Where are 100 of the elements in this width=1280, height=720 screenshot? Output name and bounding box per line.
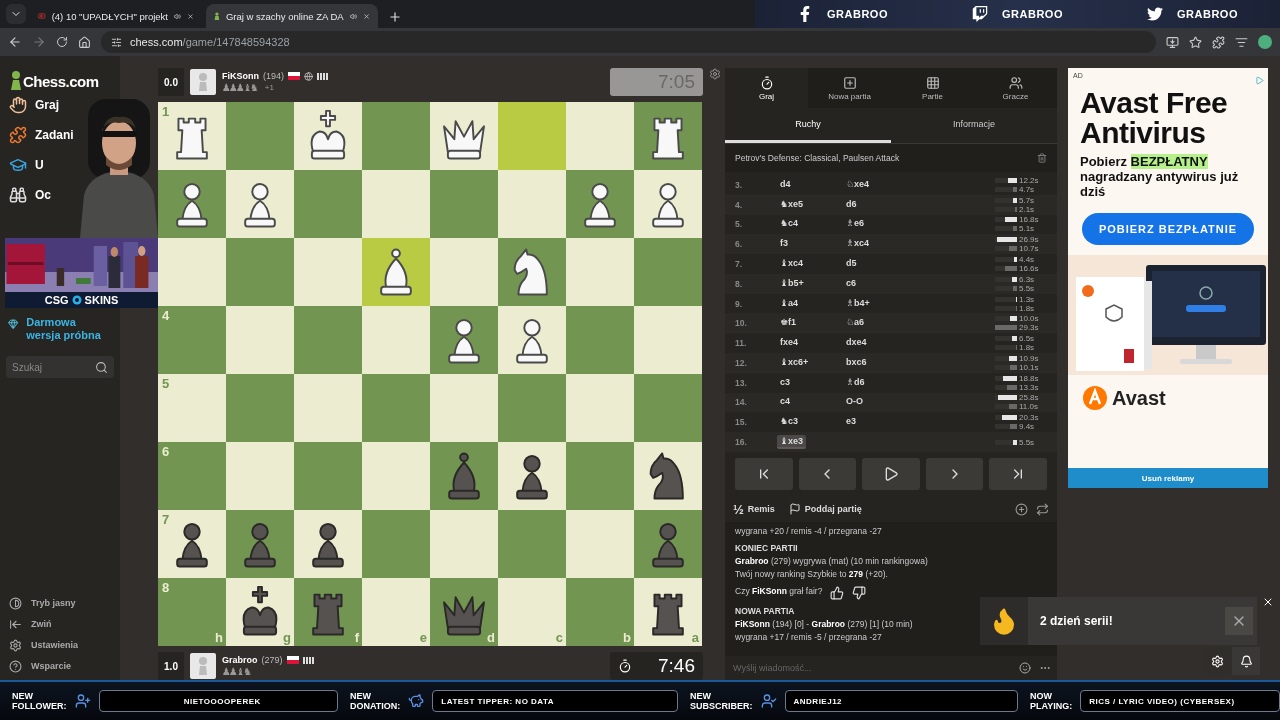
nav-item[interactable]: Zadani [0,120,74,150]
move[interactable]: fxe4 [777,336,801,351]
move[interactable]: ♞c3 [777,415,802,430]
back-icon[interactable] [8,35,22,49]
notifications-button[interactable] [1232,647,1260,675]
move[interactable]: ♝xe3 [777,435,807,450]
brand-name: Avast [1112,386,1166,410]
move[interactable]: ♚f1 [777,316,800,331]
move[interactable]: ♗d6 [843,375,868,390]
player-name[interactable]: Grabroo [222,655,258,665]
move[interactable]: O-O [843,395,866,410]
browser-tab[interactable]: (4) 10 "UPADŁYCH" projekt [30,4,202,28]
thumbs-down-icon[interactable] [852,586,867,600]
forward-icon[interactable] [32,35,46,49]
move-time: 1.3s [1019,294,1035,304]
thumbs-up-icon[interactable] [830,586,845,600]
player-name[interactable]: FiKSonn [222,71,259,81]
close-button[interactable] [1262,596,1274,608]
move[interactable]: d5 [843,257,860,271]
move[interactable]: c4 [777,395,793,410]
move-number: 8. [735,278,744,289]
logo-text[interactable]: Chess.com [23,73,99,90]
home-icon[interactable] [78,35,91,49]
nav-item[interactable]: U [0,150,44,180]
extensions-icon[interactable] [1212,35,1225,49]
draw-button[interactable]: ½ Remis [733,501,775,517]
chat-message: Czy FiKSonn grał fair? [735,586,823,597]
user-plus-icon [74,693,91,709]
flag-icon [286,656,299,664]
add-icon[interactable] [1015,502,1028,516]
social-handle: GRABROO [827,8,888,20]
move[interactable]: ♝b5+ [777,276,807,291]
move[interactable]: ♝xc6+ [777,355,812,370]
move[interactable]: ♞c4 [777,217,802,232]
trial-link[interactable]: Darmowa wersja próbna [8,316,108,342]
material-advantage: +1 [264,83,274,92]
reload-icon[interactable] [56,36,68,48]
bookmark-icon[interactable] [1189,35,1202,49]
move[interactable]: d4 [777,177,794,192]
move[interactable]: ♝a4 [777,296,802,311]
profile-avatar[interactable] [1258,35,1272,49]
move[interactable]: e3 [843,415,859,430]
piggy-bank-icon [408,693,425,709]
download-button[interactable]: POBIERZ BEZPŁATNIE [1082,213,1254,245]
move[interactable]: ♗xc4 [843,237,873,252]
pawn-logo-icon [10,70,22,90]
trash-icon[interactable] [1037,153,1047,163]
move[interactable]: bxc6 [843,355,870,370]
sidebar-footer-item[interactable]: Zwiń [0,616,120,632]
new-tab-button[interactable] [388,10,402,24]
flip-icon[interactable] [1036,502,1049,516]
remove-ads-link[interactable]: Usuń reklamy [1068,468,1268,488]
move[interactable]: ♘xe4 [843,177,873,192]
move-time: 16.6s [1019,264,1039,273]
move-number: 12. [735,357,748,368]
address-field[interactable]: chess.com/game/147848594328 [101,31,1156,53]
move[interactable]: ♘a6 [843,316,868,331]
browser-tab[interactable]: Graj w szachy online ZA DA [206,4,378,28]
chat-input[interactable]: Wyślij wiadomość... [731,662,1011,674]
nav-item[interactable]: Graj [0,90,59,120]
move-number: 7. [735,259,744,269]
tab-list-button[interactable] [6,4,26,24]
site-settings-icon [111,36,122,48]
media-icon[interactable] [1235,35,1248,49]
captured-pieces: ♟♟♟♝♞ [222,82,257,93]
move-time: 10.7s [1019,244,1039,254]
resign-button[interactable]: Poddaj partię [788,503,862,515]
move[interactable]: ♞xe5 [777,197,807,212]
close-icon [1262,596,1274,608]
puzzle-icon [9,126,27,144]
chat-message: FiKSonn (194) [0] - Grabroo (279) [1] (10 min) [735,619,913,630]
play-button[interactable] [862,458,920,490]
move-time: 9.4s [1019,422,1035,432]
move[interactable]: ♗b4+ [843,296,873,311]
install-icon[interactable] [1166,35,1179,49]
move-number: 10. [735,318,748,329]
move-time: 4.7s [1019,184,1035,194]
sidebar-footer-item[interactable]: Ustawienia [0,637,120,653]
plus-icon [388,10,402,24]
search-field[interactable]: Szukaj [6,356,114,378]
panel-tab[interactable]: Gracze [974,68,1057,108]
emoji-icon[interactable] [1019,662,1031,674]
move[interactable]: c3 [777,375,793,390]
move[interactable]: f3 [777,237,791,252]
nav-item[interactable]: Oc [0,180,51,210]
move[interactable]: c6 [843,276,859,291]
sidebar-footer-item[interactable]: Tryb jasny [0,595,120,611]
settings-icon[interactable] [709,68,721,80]
grid-icon [925,75,940,90]
move[interactable]: d6 [843,197,860,212]
panel-tab[interactable]: Nowa partia [808,68,891,108]
sub-tab[interactable]: Informacje [891,108,1057,143]
alert-value: RICS / LYRIC VIDEO) (CYBERSEX) [1080,690,1280,712]
pawn-icon [214,10,220,22]
panel-tab[interactable]: Partie [891,68,974,108]
sidebar-footer-item[interactable]: Wsparcie [0,658,120,674]
move[interactable]: ♗e6 [843,217,868,232]
move[interactable]: ♝xc4 [777,257,807,271]
globe-icon [304,71,313,81]
move[interactable]: dxe4 [843,336,870,351]
